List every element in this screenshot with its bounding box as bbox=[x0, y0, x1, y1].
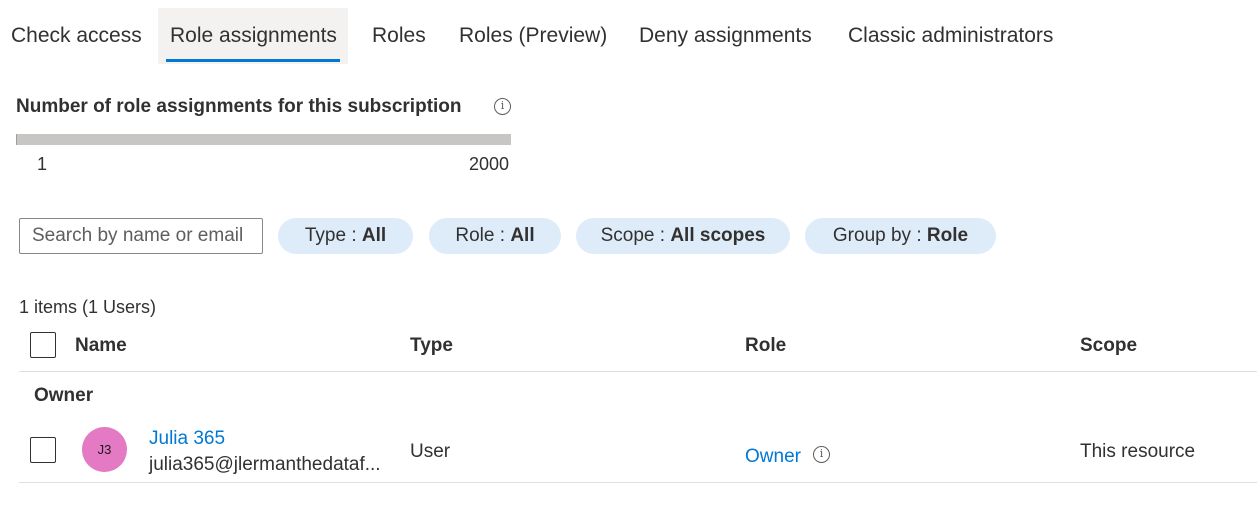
role-filter-pill[interactable]: Role : All bbox=[429, 218, 561, 254]
tab-check-access[interactable]: Check access bbox=[11, 8, 142, 64]
tab-roles[interactable]: Roles bbox=[372, 8, 426, 64]
tab-label: Deny assignments bbox=[639, 24, 812, 47]
search-box bbox=[19, 218, 263, 254]
tab-label: Roles (Preview) bbox=[459, 24, 608, 47]
usage-max-label: 2000 bbox=[469, 154, 510, 174]
role-link[interactable]: Owner bbox=[745, 446, 801, 468]
row-checkbox[interactable] bbox=[30, 437, 56, 463]
column-header-name[interactable]: Name bbox=[75, 335, 127, 357]
group-header-owner: Owner bbox=[34, 385, 94, 406]
tab-label: Role assignments bbox=[170, 24, 337, 47]
column-header-type[interactable]: Type bbox=[410, 335, 453, 357]
column-header-scope[interactable]: Scope bbox=[1080, 335, 1137, 357]
type-filter-label: Type : bbox=[304, 225, 362, 246]
avatar: J3 bbox=[82, 427, 127, 472]
tab-role-assignments[interactable]: Role assignments bbox=[158, 8, 348, 64]
user-name-link[interactable]: Julia 365 bbox=[149, 428, 225, 450]
role-assignment-usage-bar bbox=[16, 134, 511, 145]
column-header-role[interactable]: Role bbox=[745, 335, 786, 357]
info-icon[interactable]: i bbox=[494, 98, 511, 115]
info-icon[interactable]: i bbox=[813, 446, 830, 463]
select-all-checkbox[interactable] bbox=[30, 332, 56, 358]
role-filter-value: All bbox=[510, 225, 535, 246]
items-count: 1 items (1 Users) bbox=[19, 297, 157, 317]
user-type: User bbox=[410, 441, 451, 462]
tab-classic-administrators[interactable]: Classic administrators bbox=[848, 8, 1053, 64]
role-assignment-limit-title: Number of role assignments for this subs… bbox=[16, 96, 462, 117]
tab-deny-assignments[interactable]: Deny assignments bbox=[639, 8, 812, 64]
header-divider bbox=[19, 371, 1257, 372]
assignment-scope: This resource bbox=[1080, 441, 1196, 462]
role-filter-label: Role : bbox=[455, 225, 511, 246]
scope-filter-pill[interactable]: Scope : All scopes bbox=[576, 218, 790, 254]
group-by-pill[interactable]: Group by : Role bbox=[805, 218, 996, 254]
tab-label: Check access bbox=[11, 24, 142, 47]
group-by-label: Group by : bbox=[832, 225, 927, 246]
usage-min-label: 1 bbox=[37, 154, 48, 174]
active-tab-indicator bbox=[166, 59, 340, 62]
type-filter-value: All bbox=[361, 225, 387, 246]
tab-roles-preview[interactable]: Roles (Preview) bbox=[459, 8, 607, 64]
user-email: julia365@jlermanthedataf... bbox=[149, 454, 381, 475]
type-filter-pill[interactable]: Type : All bbox=[278, 218, 413, 254]
scope-filter-label: Scope : bbox=[600, 225, 671, 246]
row-divider bbox=[19, 482, 1257, 483]
scope-filter-value: All scopes bbox=[670, 225, 766, 246]
group-by-value: Role bbox=[926, 225, 969, 246]
tab-label: Roles bbox=[372, 24, 426, 47]
search-input[interactable] bbox=[20, 219, 262, 253]
tab-label: Classic administrators bbox=[848, 24, 1054, 47]
